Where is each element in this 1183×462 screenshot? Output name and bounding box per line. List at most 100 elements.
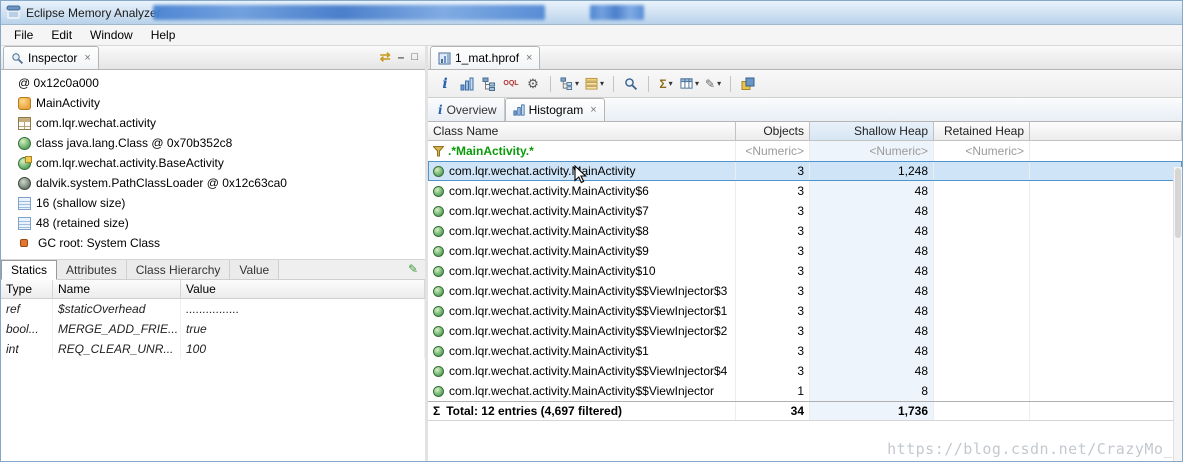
- app-icon: [6, 5, 21, 19]
- total-shallow-heap: 1,736: [810, 402, 934, 420]
- inspector-tree: @ 0x12c0a000 MainActivity com.lqr.wechat…: [1, 70, 425, 259]
- histogram-row[interactable]: com.lqr.wechat.activity.MainActivity$7 3…: [428, 201, 1182, 221]
- histogram-row[interactable]: com.lqr.wechat.activity.MainActivity$6 3…: [428, 181, 1182, 201]
- class-name-filter[interactable]: .*MainActivity.*: [448, 144, 534, 158]
- histogram-row[interactable]: com.lqr.wechat.activity.MainActivity$8 3…: [428, 221, 1182, 241]
- tab-histogram[interactable]: Histogram ×: [504, 98, 605, 121]
- menu-help[interactable]: Help: [142, 26, 185, 44]
- statics-row[interactable]: bool... MERGE_ADD_FRIE... true: [1, 319, 425, 339]
- tab-statics[interactable]: Statics: [1, 260, 58, 280]
- histogram-row[interactable]: com.lqr.wechat.activity.MainActivity$$Vi…: [428, 381, 1182, 401]
- statics-table-header: Type Name Value: [1, 280, 425, 299]
- inspector-tree-item[interactable]: com.lqr.wechat.activity.BaseActivity: [1, 153, 425, 173]
- retained-heap-value: [934, 301, 1030, 321]
- retained-heap-filter[interactable]: <Numeric>: [934, 141, 1030, 161]
- tab-attributes[interactable]: Attributes: [57, 260, 127, 279]
- retained-heap-value: [934, 261, 1030, 281]
- tab-value[interactable]: Value: [230, 260, 280, 279]
- column-header-value[interactable]: Value: [181, 280, 425, 298]
- close-icon[interactable]: ×: [84, 52, 90, 64]
- statics-row[interactable]: int REQ_CLEAR_UNR... 100: [1, 339, 425, 359]
- column-header-class-name[interactable]: Class Name: [428, 122, 736, 141]
- menu-edit[interactable]: Edit: [42, 26, 81, 44]
- info-icon[interactable]: i: [435, 73, 455, 94]
- menu-file[interactable]: File: [5, 26, 42, 44]
- column-header-retained-heap[interactable]: Retained Heap: [934, 122, 1030, 141]
- vertical-scrollbar[interactable]: [1173, 167, 1182, 461]
- inspector-tree-item[interactable]: class java.lang.Class @ 0x70b352c8: [1, 133, 425, 153]
- histogram-row[interactable]: com.lqr.wechat.activity.MainActivity$$Vi…: [428, 281, 1182, 301]
- tree-item-label: 48 (retained size): [36, 216, 129, 230]
- inspector-tree-item[interactable]: 48 (retained size): [1, 213, 425, 233]
- minimize-icon[interactable]: –: [398, 50, 405, 64]
- inspector-tree-item[interactable]: com.lqr.wechat.activity: [1, 113, 425, 133]
- column-header-type[interactable]: Type: [1, 280, 53, 298]
- histogram-header: Class Name Objects Shallow Heap Retained…: [428, 122, 1182, 141]
- histogram-row[interactable]: com.lqr.wechat.activity.MainActivity$$Vi…: [428, 361, 1182, 381]
- histogram-row[interactable]: com.lqr.wechat.activity.MainActivity$$Vi…: [428, 301, 1182, 321]
- mouse-cursor: [574, 165, 587, 184]
- statics-row[interactable]: ref $staticOverhead ................: [1, 299, 425, 319]
- tree-item-label: MainActivity: [36, 96, 101, 110]
- calculate-retained-sizes-icon[interactable]: Σ ▾: [656, 73, 676, 94]
- gc-root-icon: [20, 239, 28, 247]
- inspector-tree-item[interactable]: dalvik.system.PathClassLoader @ 0x12c63c…: [1, 173, 425, 193]
- column-header-shallow-heap[interactable]: Shallow Heap: [810, 122, 934, 141]
- editor-toolbar: i OQL ⚙ ▾ ▾ Σ ▾ ▾ ✎ ▾: [428, 70, 1182, 98]
- histogram-icon[interactable]: [457, 73, 477, 94]
- grouping-dropdown-icon[interactable]: ▾: [583, 73, 606, 94]
- histogram-row-selected[interactable]: com.lqr.wechat.activity.MainActivity 3 1…: [428, 161, 1182, 184]
- shallow-heap-value: 48: [810, 321, 934, 341]
- class-icon: [18, 155, 32, 170]
- class-name: com.lqr.wechat.activity.MainActivity$10: [449, 264, 656, 278]
- histogram-row[interactable]: com.lqr.wechat.activity.MainActivity$$Vi…: [428, 321, 1182, 341]
- scrollbar-thumb[interactable]: [1175, 168, 1181, 238]
- shallow-heap-value: 48: [810, 241, 934, 261]
- export-icon[interactable]: ✎ ▾: [703, 73, 723, 94]
- menu-window[interactable]: Window: [81, 26, 142, 44]
- edit-pencil-icon[interactable]: ✎: [408, 262, 418, 276]
- inspector-icon: [12, 52, 24, 64]
- objects-value: 3: [736, 201, 810, 221]
- tab-inspector[interactable]: Inspector ×: [3, 46, 99, 69]
- histogram-row[interactable]: com.lqr.wechat.activity.MainActivity$1 3…: [428, 341, 1182, 361]
- shallow-heap-value: 48: [810, 181, 934, 201]
- tab-overview[interactable]: i Overview: [431, 98, 505, 121]
- sum-icon: Σ: [433, 404, 441, 418]
- class-name: com.lqr.wechat.activity.MainActivity$$Vi…: [449, 284, 728, 298]
- inspector-tree-item[interactable]: MainActivity: [1, 93, 425, 113]
- tree-item-label: com.lqr.wechat.activity.BaseActivity: [36, 156, 224, 170]
- filter-row-icon: [433, 145, 444, 156]
- shallow-heap-filter[interactable]: <Numeric>: [810, 141, 934, 161]
- tree-item-label: @ 0x12c0a000: [18, 76, 99, 90]
- maximize-icon[interactable]: □: [411, 51, 418, 63]
- sync-icon[interactable]: ⇄: [380, 49, 391, 65]
- tab-hprof-editor[interactable]: 1_mat.hprof ×: [430, 46, 541, 69]
- oql-icon[interactable]: OQL: [501, 73, 521, 94]
- compare-icon[interactable]: [738, 73, 758, 94]
- column-header-name[interactable]: Name: [53, 280, 181, 298]
- close-icon[interactable]: ×: [590, 104, 596, 116]
- retained-heap-value: [934, 181, 1030, 201]
- inspector-tree-item[interactable]: GC root: System Class: [1, 233, 425, 253]
- settings-gear-icon[interactable]: ⚙: [523, 73, 543, 94]
- search-icon[interactable]: [621, 73, 641, 94]
- tree-item-label: dalvik.system.PathClassLoader @ 0x12c63c…: [36, 176, 287, 190]
- dominator-tree-icon[interactable]: [479, 73, 499, 94]
- inspector-detail-tabs: Statics Attributes Class Hierarchy Value…: [1, 259, 425, 280]
- class-icon: [433, 185, 444, 197]
- close-icon[interactable]: ×: [526, 52, 532, 64]
- class-name: com.lqr.wechat.activity.MainActivity$8: [449, 224, 649, 238]
- tree-dropdown-icon[interactable]: ▾: [558, 73, 581, 94]
- class-name: com.lqr.wechat.activity.MainActivity$$Vi…: [449, 384, 714, 398]
- objects-filter[interactable]: <Numeric>: [736, 141, 810, 161]
- inspector-tree-item[interactable]: 16 (shallow size): [1, 193, 425, 213]
- histogram-row[interactable]: com.lqr.wechat.activity.MainActivity$9 3…: [428, 241, 1182, 261]
- customize-columns-icon[interactable]: ▾: [678, 73, 701, 94]
- tab-class-hierarchy[interactable]: Class Hierarchy: [126, 260, 231, 279]
- column-header-objects[interactable]: Objects: [736, 122, 810, 141]
- class-icon: [433, 385, 444, 397]
- editor-tabbar: 1_mat.hprof ×: [428, 46, 1182, 70]
- histogram-row[interactable]: com.lqr.wechat.activity.MainActivity$10 …: [428, 261, 1182, 281]
- inspector-tree-item[interactable]: @ 0x12c0a000: [1, 73, 425, 93]
